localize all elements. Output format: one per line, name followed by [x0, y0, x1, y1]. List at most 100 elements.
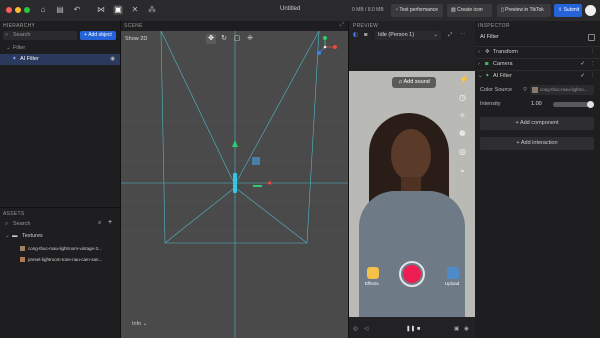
more-icon[interactable]: ⋯	[460, 32, 466, 38]
active-checkbox[interactable]	[588, 34, 595, 41]
move-tool-icon[interactable]: ✥	[206, 34, 216, 44]
preview-tiktok-button[interactable]: ▯ Preview in TikTok	[497, 4, 551, 17]
info-toggle[interactable]: Info ⌄	[132, 321, 147, 327]
create-icon-button[interactable]: ▨ Create icon	[447, 4, 492, 17]
component-transform[interactable]: › ✥ Transform ⋮	[475, 46, 600, 58]
record-video-icon[interactable]: ◉	[464, 326, 469, 332]
assets-title: ASSETS	[3, 211, 25, 217]
add-component-button[interactable]: + Add component	[480, 117, 594, 130]
grid-icon[interactable]: ⁂	[147, 5, 157, 15]
chevron-down-icon: ⌄	[478, 73, 483, 79]
chevron-down-icon: ⌄	[6, 45, 11, 51]
preview-side-tools: ⚡ ◷ ✧ ❁ ◎ ⌄	[459, 75, 469, 174]
maximize-icon[interactable]: ⤢	[340, 22, 344, 29]
hierarchy-search-input[interactable]: ⌕ Search	[3, 31, 77, 40]
chevron-down-icon: ⌄	[433, 32, 438, 38]
upload-label: Upload	[445, 281, 460, 286]
link-icon[interactable]: ⚲	[523, 87, 527, 93]
assets-search-input[interactable]: ⌕ Search	[3, 220, 93, 229]
component-ai-filter[interactable]: ⌄ ✦ AI Filter ✓ ⋮	[475, 70, 600, 82]
asset-folder[interactable]: ⌄ ▬ Textures	[0, 231, 120, 242]
inspector-title: INSPECTOR	[478, 23, 510, 29]
home-icon[interactable]: ⌂	[38, 5, 48, 15]
mute-icon[interactable]: ◁	[364, 326, 368, 332]
color-source-field[interactable]: cong-thuc-mau-lightro...	[530, 85, 594, 95]
transform-icon: ✥	[485, 49, 490, 55]
effects-icon[interactable]	[367, 267, 379, 279]
minimize-window-button[interactable]	[15, 7, 21, 13]
upload-icon[interactable]	[447, 267, 459, 279]
rotate-tool-icon[interactable]: ↻	[219, 34, 229, 44]
object-name: AI Filter	[480, 34, 499, 40]
beauty-icon[interactable]: ✧	[459, 111, 469, 120]
share-icon[interactable]: ⋈	[96, 5, 106, 15]
intensity-slider[interactable]	[553, 101, 594, 108]
search-icon: ⌕	[5, 221, 9, 227]
speed-icon[interactable]: ◎	[459, 147, 469, 156]
expand-icon[interactable]: ⤢	[448, 32, 452, 39]
flash-icon[interactable]: ⚡	[459, 75, 469, 84]
scene-object[interactable]	[252, 157, 260, 165]
transform-tool-icon[interactable]: ⁜	[245, 34, 255, 44]
pause-icon[interactable]: ❚❚	[406, 326, 415, 332]
filter-icon: ✦	[485, 73, 490, 79]
record-button[interactable]	[399, 261, 425, 287]
component-camera[interactable]: › ◙ Camera ✓ ⋮	[475, 58, 600, 70]
left-panel: HIERARCHY ⌕ Search + Add object ⌄ Filter…	[0, 21, 121, 338]
divider	[0, 207, 120, 208]
more-icon[interactable]: ⋮	[590, 59, 596, 70]
camera-preview[interactable]: ♫ Add sound ⚡ ◷ ✧ ❁ ◎ ⌄ Effects Upload	[349, 71, 475, 317]
hierarchy-item-ai-filter[interactable]: ✦ AI Filter ◉	[0, 54, 120, 65]
axis-gizmo[interactable]	[311, 35, 339, 59]
undo-icon[interactable]: ↶	[72, 5, 82, 15]
avatar[interactable]	[585, 5, 596, 16]
face-shape	[391, 129, 431, 181]
save-icon[interactable]: ▤	[55, 5, 65, 15]
hierarchy-title: HIERARCHY	[3, 23, 36, 29]
asset-file[interactable]: preset-lightroom-tone-nau-cam-san...	[0, 254, 120, 265]
shirt-shape	[359, 191, 465, 317]
add-sound-button[interactable]: ♫ Add sound	[392, 77, 436, 88]
chevron-right-icon: ›	[478, 49, 480, 55]
filters-icon[interactable]: ❁	[459, 129, 469, 138]
record-icon	[403, 265, 421, 283]
filter-icon: ✦	[12, 56, 17, 62]
camera-gizmo[interactable]	[233, 173, 237, 193]
add-interaction-button[interactable]: + Add interaction	[480, 137, 594, 150]
image-thumbnail-icon	[20, 246, 25, 251]
show-2d-toggle[interactable]: Show 2D	[125, 36, 147, 42]
visibility-icon[interactable]: ◉	[110, 54, 115, 65]
intensity-value[interactable]: 1.00	[531, 101, 542, 107]
folder-icon: ▬	[12, 233, 18, 239]
maximize-window-button[interactable]	[24, 7, 30, 13]
timer-icon[interactable]: ◷	[459, 93, 469, 102]
scene-viewport[interactable]: Show 2D ✥ ↻ ▢ ⁜ Info ⌄	[121, 31, 348, 338]
asset-file[interactable]: cong-thuc-mau-lightroom-vintage-3...	[0, 243, 120, 254]
scale-tool-icon[interactable]: ▢	[232, 34, 242, 44]
tools-icon[interactable]: ✕	[130, 5, 140, 15]
submit-button[interactable]: ⇪ Submit	[554, 4, 582, 17]
memory-usage: 0 MB / 8.0 MB	[352, 7, 384, 13]
move-arrow-z[interactable]	[253, 185, 262, 187]
layout-icon[interactable]: ▣	[113, 5, 123, 15]
more-icon[interactable]: ⋮	[590, 47, 596, 58]
add-asset-icon[interactable]: +	[108, 219, 112, 226]
intensity-slider-thumb[interactable]	[587, 101, 594, 108]
reset-icon[interactable]: ◎	[353, 326, 358, 332]
expand-down-icon[interactable]: ⌄	[459, 165, 469, 174]
enabled-check-icon[interactable]: ✓	[580, 59, 585, 70]
sort-icon[interactable]: ≡	[98, 220, 101, 226]
scene-grid	[121, 31, 348, 338]
close-window-button[interactable]	[6, 7, 12, 13]
camera-icon[interactable]: ◙	[364, 32, 367, 38]
camera-select[interactable]: Idle (Person 1) ⌄	[375, 31, 441, 40]
enabled-check-icon[interactable]: ✓	[580, 71, 585, 82]
stop-icon[interactable]: ■	[417, 326, 420, 332]
scene-header: SCENE ⤢	[121, 21, 348, 31]
more-icon[interactable]: ⋮	[590, 71, 596, 82]
screenshot-icon[interactable]: ▣	[454, 326, 459, 332]
add-object-button[interactable]: + Add object	[80, 31, 116, 40]
test-performance-button[interactable]: ◔ Test performance	[391, 4, 443, 17]
hierarchy-group-filter[interactable]: ⌄ Filter	[0, 43, 120, 54]
preview-mode-icon[interactable]: ◧	[353, 32, 358, 38]
